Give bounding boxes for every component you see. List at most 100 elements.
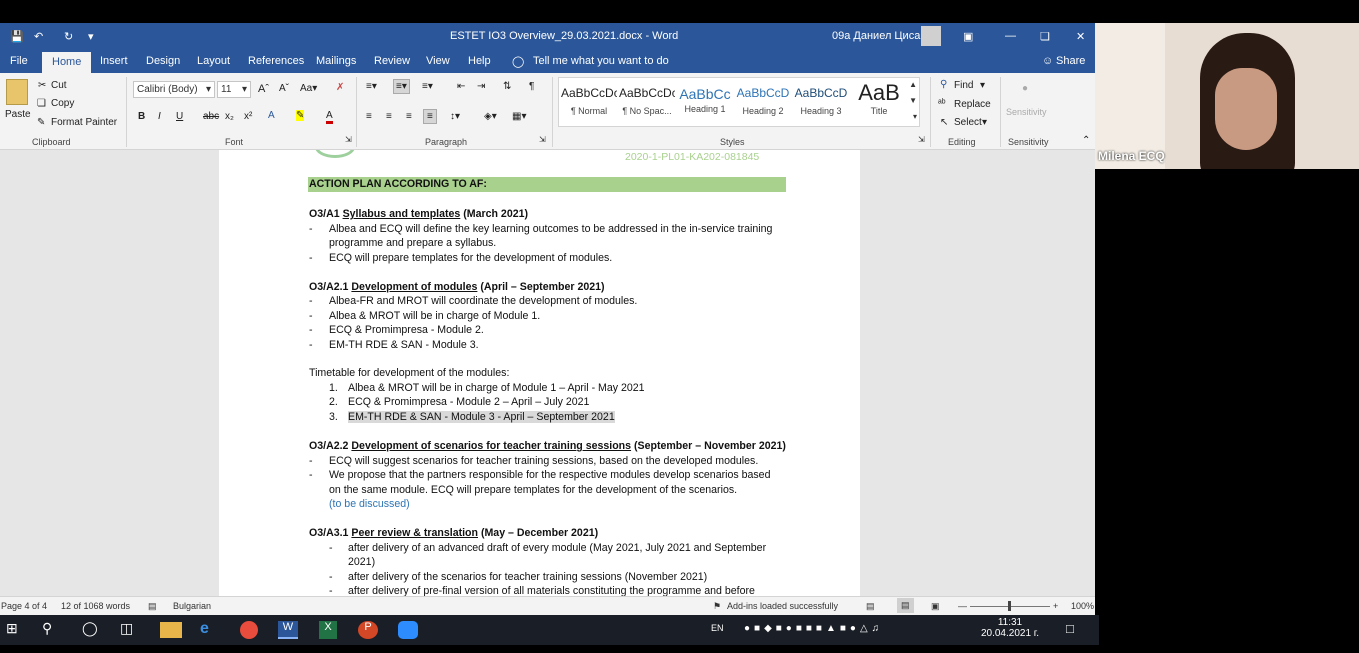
dialog-launcher-icon[interactable]: ⇲ (539, 135, 546, 144)
tab-mailings[interactable]: Mailings (316, 55, 356, 67)
ribbon-display-icon[interactable]: ▣ (963, 30, 973, 43)
language[interactable]: Bulgarian (173, 601, 211, 611)
zoom-app-icon[interactable] (398, 621, 418, 639)
numbering-icon[interactable]: ≡▾ (393, 79, 410, 94)
tab-references[interactable]: References (248, 55, 304, 67)
document-area[interactable]: 2020-1-PL01-KA202-081845 ACTION PLAN ACC… (0, 150, 1095, 596)
subscript-icon[interactable]: x₂ (225, 111, 234, 122)
avatar[interactable] (921, 26, 941, 46)
tab-file[interactable]: File (10, 55, 28, 67)
tab-help[interactable]: Help (468, 55, 491, 67)
select-button[interactable]: Select (954, 117, 982, 128)
web-layout-icon[interactable]: ▣ (931, 601, 940, 612)
zoom-in-icon[interactable]: + (1053, 601, 1058, 611)
undo-icon[interactable]: ↶ (34, 30, 43, 43)
redo-icon[interactable]: ↻ (64, 30, 73, 43)
italic-icon[interactable]: I (158, 111, 161, 122)
powerpoint-icon[interactable]: P (358, 621, 378, 639)
pilcrow-icon[interactable]: ¶ (529, 81, 534, 92)
tab-design[interactable]: Design (146, 55, 180, 67)
proofing-icon[interactable]: ▤ (148, 601, 157, 612)
close-icon[interactable]: ✕ (1076, 30, 1085, 43)
bullets-icon[interactable]: ≡▾ (366, 81, 377, 92)
edge-icon[interactable]: e (200, 620, 222, 640)
file-explorer-icon[interactable] (160, 622, 182, 638)
input-language[interactable]: EN (711, 623, 724, 633)
chevron-down-icon[interactable]: ▾ (980, 80, 985, 91)
save-icon[interactable]: 💾 (10, 30, 24, 43)
collapse-ribbon-icon[interactable]: ⌃ (1082, 135, 1090, 146)
tab-view[interactable]: View (426, 55, 450, 67)
shrink-font-icon[interactable]: Aˇ (279, 83, 289, 94)
style-no-spacing[interactable]: AaBbCcDc ¶ No Spac... (619, 86, 675, 126)
tray-icons[interactable]: ●■◆■●■■■▲■●△♫ (744, 623, 883, 634)
style-normal[interactable]: AaBbCcDc ¶ Normal (561, 86, 617, 126)
cut-button[interactable]: Cut (51, 80, 67, 91)
clear-formatting-icon[interactable]: ✗ (336, 82, 344, 93)
underline-icon[interactable]: U (176, 111, 183, 122)
share-button[interactable]: Share (1056, 55, 1085, 67)
tab-layout[interactable]: Layout (197, 55, 230, 67)
replace-button[interactable]: Replace (954, 99, 991, 110)
multilevel-list-icon[interactable]: ≡▾ (422, 81, 433, 92)
gallery-down-icon[interactable]: ▼ (909, 96, 917, 105)
user-name[interactable]: 09a Даниел Цисар (832, 30, 926, 42)
style-heading-3[interactable]: AaBbCcD Heading 3 (793, 86, 849, 126)
video-tile[interactable]: Milena ECQ (1095, 23, 1359, 169)
font-name-select[interactable]: Calibri (Body) ▾ (133, 81, 215, 98)
dialog-launcher-icon[interactable]: ⇲ (918, 135, 925, 144)
dialog-launcher-icon[interactable]: ⇲ (345, 135, 352, 144)
tell-me-search[interactable]: Tell me what you want to do (533, 55, 669, 67)
align-left-icon[interactable]: ≡ (366, 111, 372, 122)
tab-insert[interactable]: Insert (100, 55, 128, 67)
font-color-icon[interactable]: A (326, 110, 333, 124)
clock[interactable]: 11:31 20.04.2021 г. (981, 617, 1039, 639)
borders-icon[interactable]: ▦▾ (512, 111, 526, 122)
format-painter-button[interactable]: Format Painter (51, 117, 117, 128)
highlight-icon[interactable]: ✎ (296, 110, 305, 121)
word-count[interactable]: 12 of 1068 words (61, 601, 130, 611)
copy-button[interactable]: Copy (51, 98, 74, 109)
word-icon[interactable]: W (278, 621, 298, 639)
chevron-down-icon[interactable]: ▾ (982, 117, 987, 128)
strikethrough-icon[interactable]: abc (203, 111, 219, 122)
justify-icon[interactable]: ≡ (423, 109, 437, 124)
paste-button[interactable]: Paste (5, 109, 31, 120)
line-spacing-icon[interactable]: ↕▾ (450, 111, 460, 122)
sensitivity-button[interactable]: Sensitivity (1006, 107, 1047, 117)
excel-icon[interactable]: X (319, 621, 337, 639)
gallery-more-icon[interactable]: ▾ (913, 112, 917, 121)
gallery-up-icon[interactable]: ▲ (909, 80, 917, 89)
tab-review[interactable]: Review (374, 55, 410, 67)
minimize-icon[interactable]: — (1005, 30, 1016, 42)
sort-icon[interactable]: ⇅ (503, 81, 511, 92)
search-icon[interactable]: ⚲ (42, 620, 64, 640)
cortana-icon[interactable]: ◯ (82, 620, 104, 640)
align-right-icon[interactable]: ≡ (406, 111, 412, 122)
document-page[interactable]: 2020-1-PL01-KA202-081845 ACTION PLAN ACC… (219, 150, 860, 596)
print-layout-icon[interactable]: ▤ (897, 598, 914, 613)
restore-icon[interactable]: ❏ (1040, 30, 1050, 43)
start-icon[interactable]: ⊞ (6, 620, 28, 640)
chrome-icon[interactable] (240, 621, 258, 639)
text-effects-icon[interactable]: A (268, 110, 275, 121)
notifications-icon[interactable]: □ (1066, 621, 1074, 636)
zoom-slider-thumb[interactable] (1008, 601, 1011, 611)
zoom-out-icon[interactable]: — (958, 601, 967, 611)
increase-indent-icon[interactable]: ⇥ (477, 81, 485, 92)
paste-icon[interactable] (6, 79, 28, 105)
task-view-icon[interactable]: ◫ (120, 620, 142, 640)
read-mode-icon[interactable]: ▤ (866, 601, 875, 612)
superscript-icon[interactable]: x² (244, 111, 252, 122)
tab-home[interactable]: Home (42, 52, 92, 73)
find-button[interactable]: Find (954, 80, 973, 91)
grow-font-icon[interactable]: Aˆ (258, 83, 269, 95)
zoom-level[interactable]: 100% (1071, 601, 1094, 611)
shading-icon[interactable]: ◈▾ (484, 111, 497, 122)
decrease-indent-icon[interactable]: ⇤ (457, 81, 465, 92)
align-center-icon[interactable]: ≡ (386, 111, 392, 122)
customize-qat-icon[interactable]: ▾ (88, 30, 94, 43)
font-size-select[interactable]: 11 ▾ (217, 81, 251, 98)
change-case-icon[interactable]: Aa▾ (300, 83, 317, 94)
bold-icon[interactable]: B (138, 111, 145, 122)
